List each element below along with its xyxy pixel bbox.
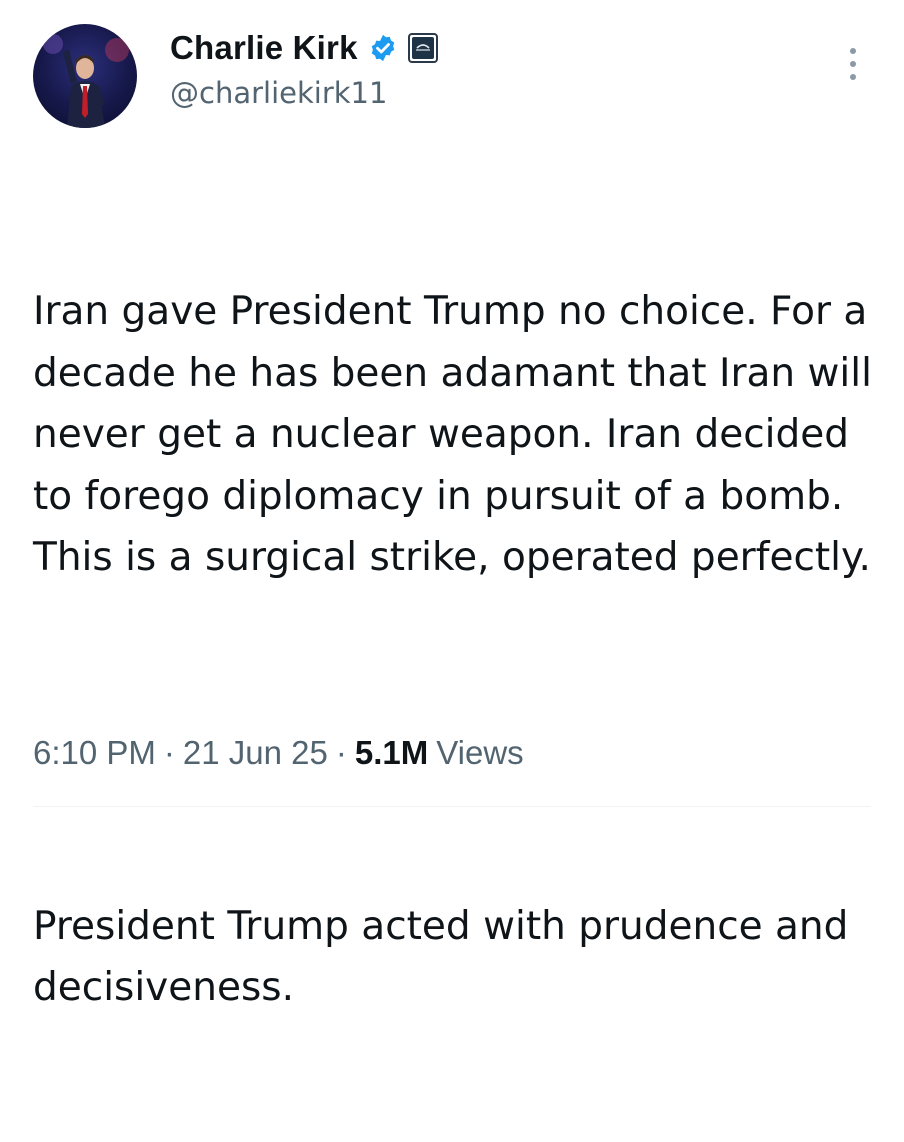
meta-separator: ·: [335, 734, 347, 771]
tweet-paragraph-2: President Trump acted with prudence and …: [33, 903, 861, 1011]
views-count[interactable]: 5.1M: [355, 734, 428, 772]
tweet-meta: 6:10 PM · 21 Jun 25 · 5.1M Views: [33, 734, 524, 772]
meta-separator: ·: [163, 734, 175, 771]
tweet-time[interactable]: 6:10 PM: [33, 734, 156, 772]
divider: [33, 806, 871, 807]
author-name-row: Charlie Kirk: [170, 28, 438, 68]
author-handle[interactable]: @charliekirk11: [170, 76, 387, 110]
author-display-name[interactable]: Charlie Kirk: [170, 29, 358, 67]
views-label: Views: [436, 734, 524, 771]
verified-badge-icon[interactable]: [368, 33, 398, 63]
more-vertical-icon[interactable]: [846, 46, 860, 82]
tweet: Charlie Kirk @charliekirk11 Iran gave Pr…: [0, 0, 904, 1010]
tweet-date[interactable]: 21 Jun 25: [183, 734, 328, 772]
tweet-body: Iran gave President Trump no choice. For…: [33, 158, 883, 1142]
tweet-paragraph-1: Iran gave President Trump no choice. For…: [33, 289, 885, 580]
affiliate-badge-icon[interactable]: [407, 33, 438, 63]
avatar[interactable]: [33, 24, 137, 128]
